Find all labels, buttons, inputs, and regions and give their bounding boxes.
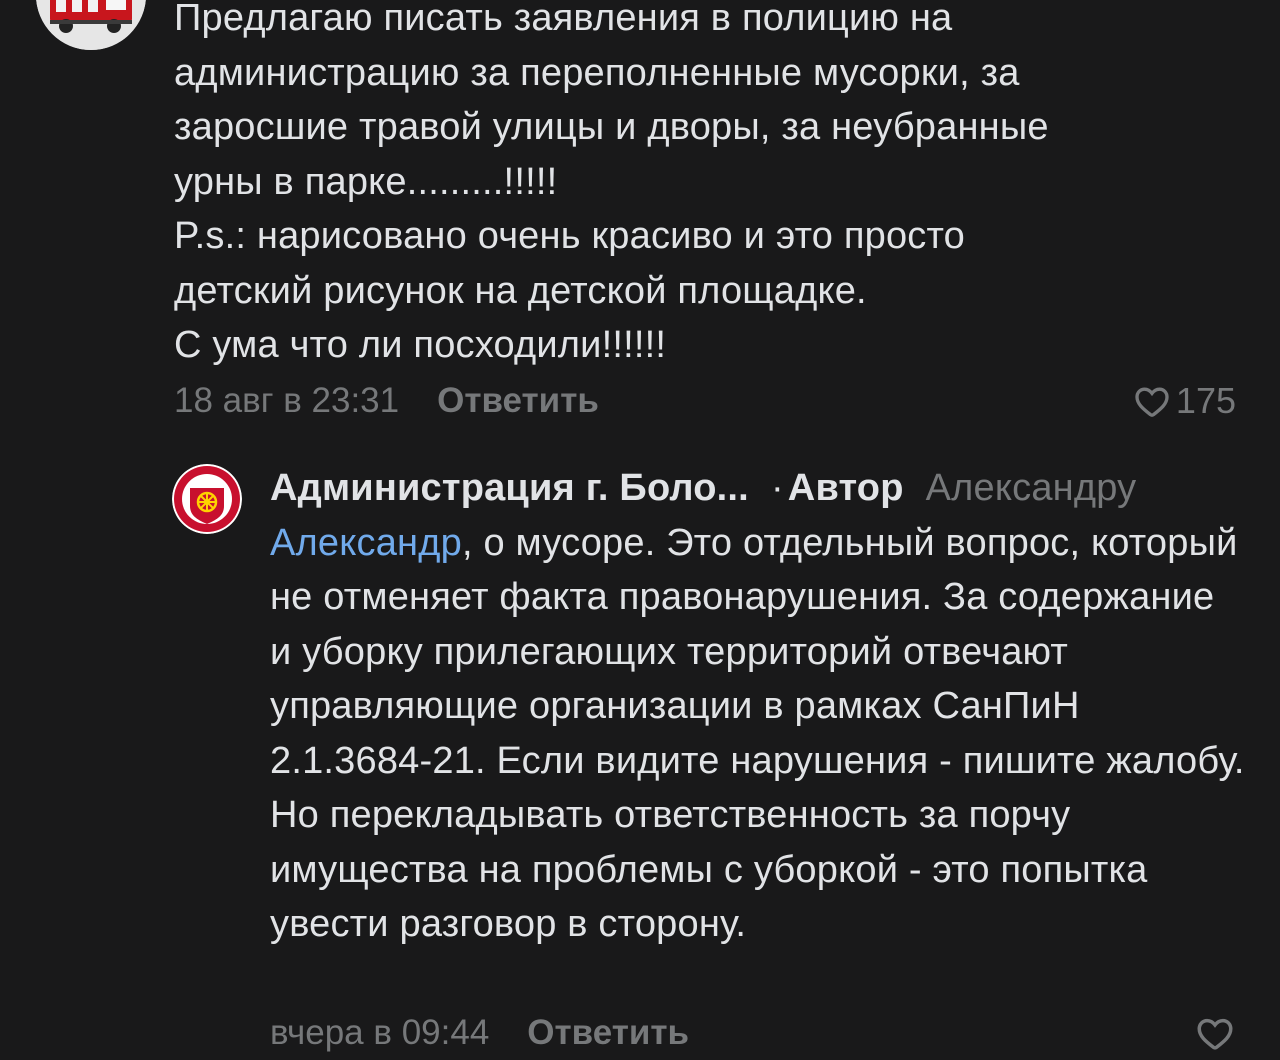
comment-meta: 18 авг в 23:31 Ответить [174, 378, 599, 424]
like-button[interactable]: 175 [1132, 378, 1236, 424]
like-count: 175 [1175, 380, 1236, 421]
reply-like-button[interactable] [1194, 1012, 1236, 1054]
reply-meta: вчера в 09:44 Ответить [270, 1010, 689, 1056]
reply-author-avatar[interactable] [172, 464, 242, 534]
author-badge: Автор [787, 467, 904, 509]
reply-author-name[interactable]: Администрация г. Боло... [270, 467, 749, 509]
mention-link[interactable]: Александр [270, 522, 462, 564]
reply-to-link[interactable]: Александру [926, 467, 1137, 509]
heart-icon [1132, 381, 1172, 421]
reply-date: вчера в 09:44 [270, 1013, 490, 1052]
reply-text: , о мусоре. Это отдельный вопрос, которы… [270, 521, 1245, 946]
comments-page: Предлагаю писать заявления в полицию на … [0, 0, 1280, 1060]
separator-dot: · [770, 467, 784, 509]
reply-reply-button[interactable]: Ответить [527, 1013, 689, 1053]
heart-icon [1194, 1012, 1236, 1054]
administration-emblem-icon [172, 464, 242, 534]
comment-date: 18 авг в 23:31 [174, 381, 400, 420]
comment-text: Предлагаю писать заявления в полицию на … [174, 0, 1049, 366]
reply-body: Администрация г. Боло... · Автор Александру… [270, 461, 1245, 952]
fire-truck-avatar-icon [36, 0, 146, 50]
commenter-avatar[interactable] [36, 0, 146, 50]
reply-button[interactable]: Ответить [437, 381, 599, 421]
